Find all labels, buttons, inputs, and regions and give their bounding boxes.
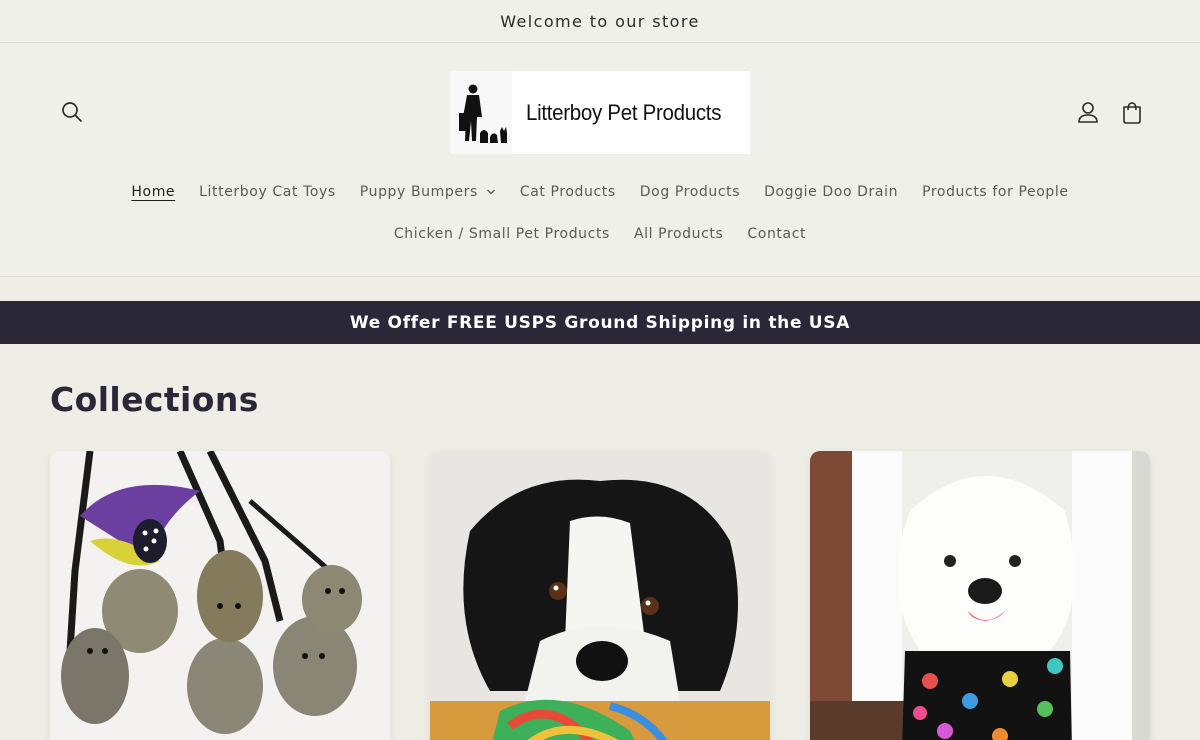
nav-item-dog-products[interactable]: Dog Products (640, 184, 740, 200)
logo-silhouette (450, 71, 512, 154)
nav-item-litterboy-cat-toys[interactable]: Litterboy Cat Toys (199, 184, 336, 200)
nav-item-products-for-people[interactable]: Products for People (922, 184, 1069, 200)
collection-image-dog (430, 451, 770, 740)
collection-image-puppy-bumpers (810, 451, 1150, 740)
collection-image-cat-toys (50, 451, 390, 740)
promo-text: We Offer FREE USPS Ground Shipping in th… (349, 312, 851, 333)
announcement-text: Welcome to our store (500, 11, 700, 31)
nav-item-doggie-doo-drain[interactable]: Doggie Doo Drain (764, 184, 898, 200)
search-button[interactable] (58, 98, 86, 126)
nav-item-puppy-bumpers[interactable]: Puppy Bumpers (360, 184, 496, 200)
promo-banner: We Offer FREE USPS Ground Shipping in th… (0, 301, 1200, 344)
nav-item-label: Litterboy Cat Toys (199, 184, 336, 200)
main-nav-row-2: Chicken / Small Pet Products All Product… (0, 226, 1200, 242)
store-logo[interactable]: Litterboy Pet Products (450, 71, 750, 154)
nav-item-label: All Products (633, 226, 724, 242)
announcement-bar: Welcome to our store (0, 0, 1200, 43)
nav-item-label: Cat Products (519, 184, 616, 200)
collection-card-puppy-bumpers[interactable] (810, 451, 1150, 740)
nav-item-label: Dog Products (639, 184, 741, 200)
nav-item-contact[interactable]: Contact (747, 226, 806, 242)
search-icon (62, 102, 82, 122)
main-nav-row-1: Home Litterboy Cat Toys Puppy Bumpers Ca… (0, 184, 1200, 200)
collections-heading: Collections (50, 380, 259, 419)
nav-item-label: Contact (747, 226, 807, 242)
nav-item-all-products[interactable]: All Products (634, 226, 723, 242)
nav-item-label: Chicken / Small Pet Products (393, 226, 610, 242)
site-header: Litterboy Pet Products Home Litterboy Ca… (0, 43, 1200, 277)
nav-item-cat-products[interactable]: Cat Products (520, 184, 616, 200)
account-icon (1078, 102, 1098, 123)
nav-item-home[interactable]: Home (131, 184, 175, 200)
nav-item-chicken-small-pet-products[interactable]: Chicken / Small Pet Products (394, 226, 610, 242)
chevron-down-icon (486, 189, 495, 195)
cart-button[interactable] (1119, 98, 1145, 126)
account-button[interactable] (1075, 98, 1101, 126)
nav-item-label: Doggie Doo Drain (764, 184, 899, 200)
nav-item-label: Puppy Bumpers (359, 184, 478, 200)
nav-item-label: Products for People (922, 184, 1069, 200)
cart-icon (1123, 102, 1141, 124)
collection-card-dog[interactable] (430, 451, 770, 740)
nav-item-label: Home (131, 184, 176, 200)
logo-text: Litterboy Pet Products (526, 99, 722, 125)
collection-card-cat-toys[interactable] (50, 451, 390, 740)
